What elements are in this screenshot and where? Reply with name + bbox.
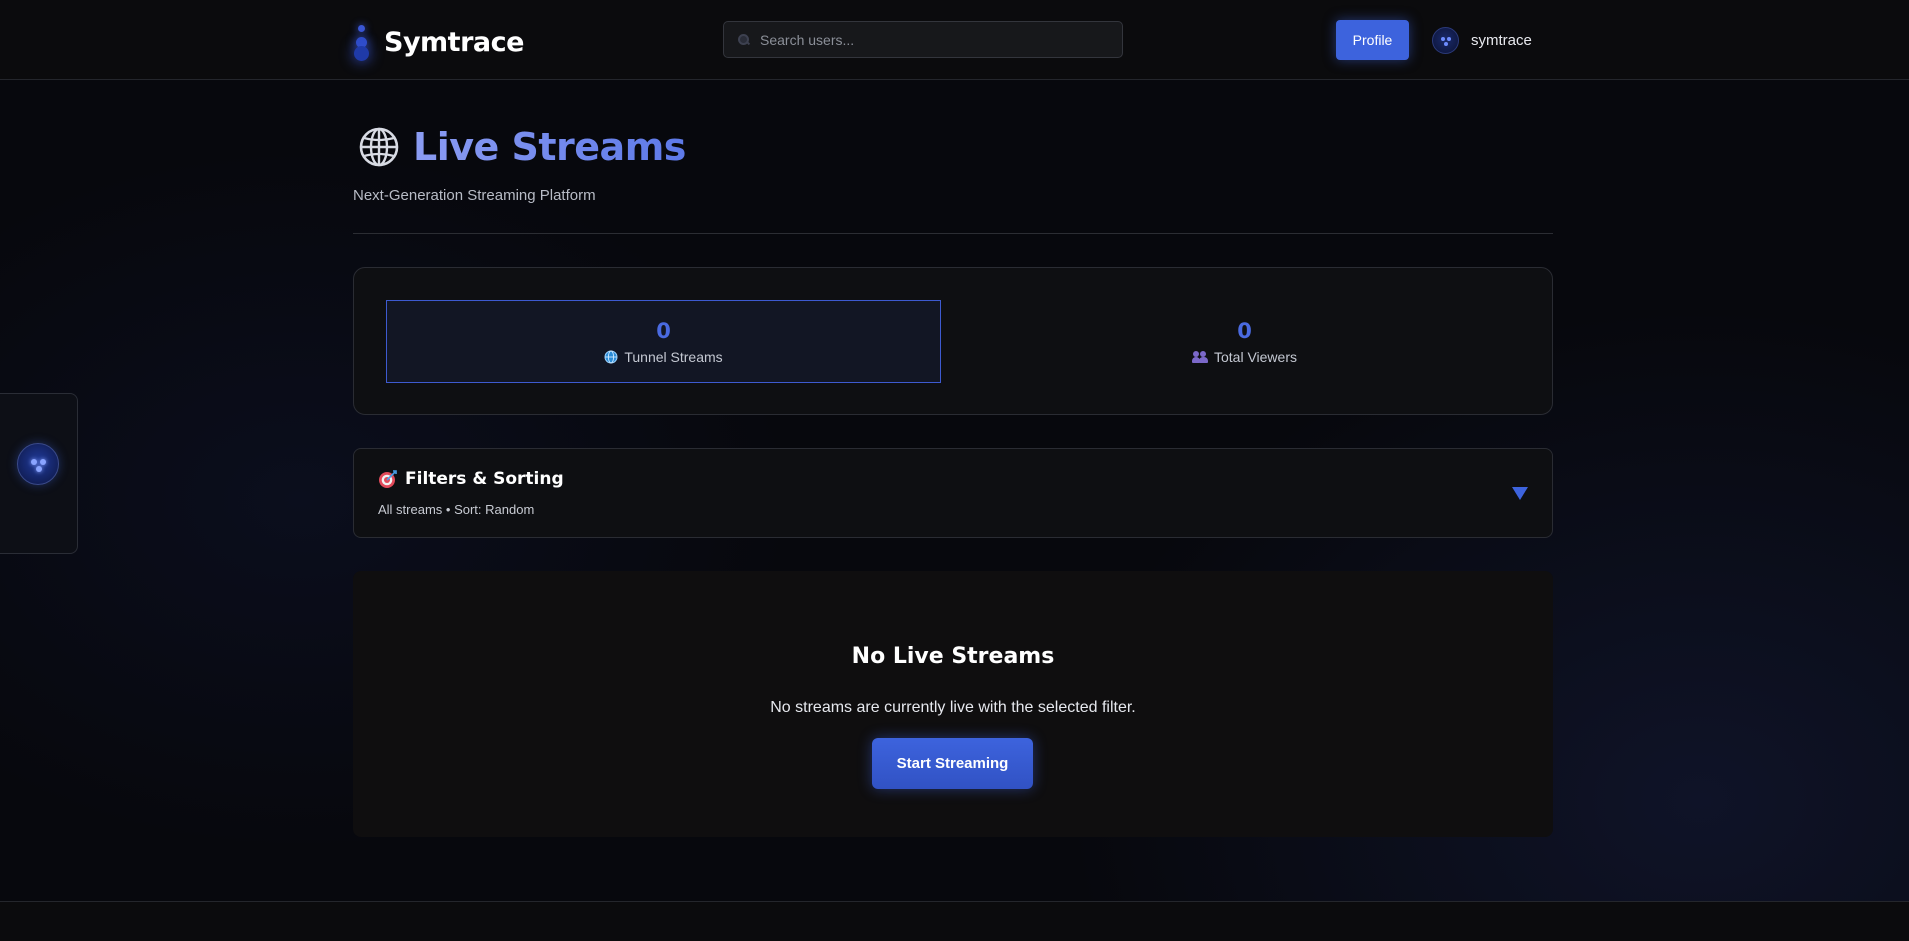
globe-icon <box>359 127 399 167</box>
profile-button[interactable]: Profile <box>1336 20 1409 60</box>
empty-state: No Live Streams No streams are currently… <box>353 571 1553 837</box>
empty-state-title: No Live Streams <box>851 644 1055 669</box>
stat-label: Tunnel Streams <box>624 348 723 365</box>
stat-label-row: Tunnel Streams <box>604 348 723 365</box>
user-menu[interactable]: symtrace <box>1432 26 1532 54</box>
page-title: Live Streams <box>413 125 686 169</box>
filters-summary: All streams • Sort: Random <box>378 502 535 517</box>
filters-panel-toggle[interactable]: Filters & Sorting All streams • Sort: Ra… <box>353 448 1553 538</box>
empty-state-text: No streams are currently live with the s… <box>770 699 1136 716</box>
page-header: Live Streams <box>357 122 686 172</box>
top-navbar: Symtrace Profile symtrace <box>0 0 1909 80</box>
filters-title: Filters & Sorting <box>405 469 564 489</box>
symtrace-logo-icon <box>350 22 372 62</box>
globe-icon <box>604 350 618 363</box>
side-avatar[interactable] <box>17 443 59 485</box>
brand-name: Symtrace <box>384 26 524 58</box>
stats-card: 0 Tunnel Streams 0 Total Viewers <box>353 267 1553 415</box>
brand-logo-link[interactable]: Symtrace <box>350 22 524 62</box>
stat-label: Total Viewers <box>1213 348 1297 365</box>
search-box[interactable] <box>723 21 1123 58</box>
search-input[interactable] <box>760 31 1100 48</box>
divider <box>353 233 1553 234</box>
footer <box>0 902 1909 941</box>
stat-tunnel-streams[interactable]: 0 Tunnel Streams <box>386 300 941 383</box>
avatar <box>1432 26 1459 54</box>
chevron-down-icon[interactable] <box>1512 487 1528 500</box>
stat-value: 0 <box>1237 318 1252 343</box>
username: symtrace <box>1471 31 1532 49</box>
people-icon <box>1191 350 1208 363</box>
page-subtitle: Next-Generation Streaming Platform <box>353 187 596 204</box>
target-icon <box>379 469 397 488</box>
search-icon <box>738 33 750 46</box>
filters-header: Filters & Sorting <box>378 469 564 489</box>
stat-value: 0 <box>656 318 671 343</box>
side-user-panel[interactable] <box>0 393 78 554</box>
stat-total-viewers[interactable]: 0 Total Viewers <box>967 300 1522 383</box>
stat-label-row: Total Viewers <box>1191 348 1297 365</box>
start-streaming-button[interactable]: Start Streaming <box>872 738 1033 789</box>
